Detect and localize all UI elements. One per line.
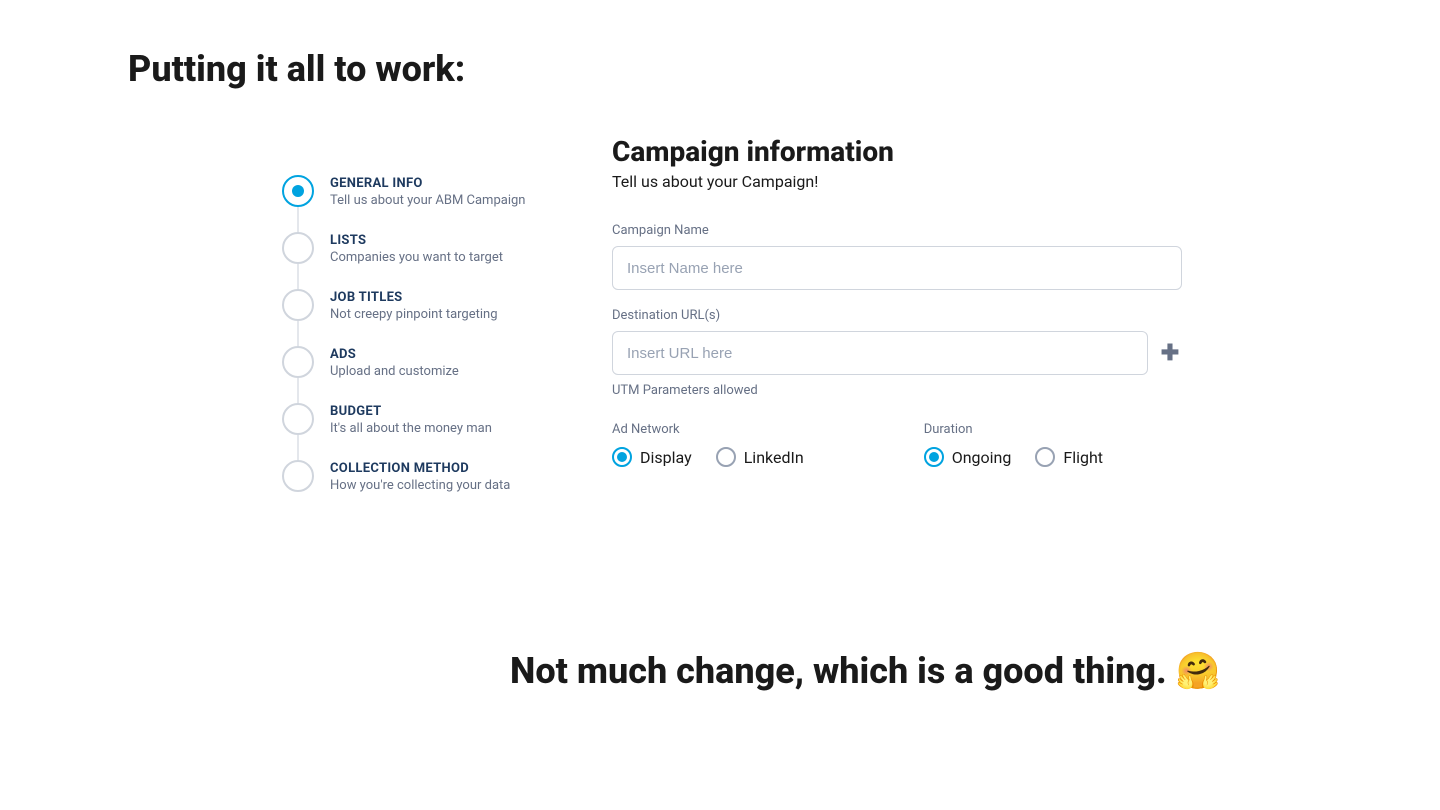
destination-url-input[interactable]	[612, 331, 1148, 375]
campaign-name-group: Campaign Name	[612, 223, 1182, 290]
step-desc: Tell us about your ABM Campaign	[330, 193, 525, 208]
radio-label: Ongoing	[952, 448, 1012, 467]
form-subheading: Tell us about your Campaign!	[612, 172, 1182, 191]
radio-display[interactable]: Display	[612, 447, 692, 467]
ad-network-label: Ad Network	[612, 422, 804, 437]
page-title: Putting it all to work:	[128, 48, 465, 90]
step-desc: Not creepy pinpoint targeting	[330, 307, 498, 322]
step-title: LISTS	[330, 233, 503, 248]
step-circle-icon	[282, 232, 314, 264]
step-circle-icon	[282, 289, 314, 321]
ad-network-group: Ad Network Display LinkedIn	[612, 422, 804, 467]
step-desc: It's all about the money man	[330, 421, 492, 436]
step-circle-icon	[282, 346, 314, 378]
destination-url-group: Destination URL(s) ✚ UTM Parameters allo…	[612, 308, 1182, 398]
step-job-titles[interactable]: JOB TITLES Not creepy pinpoint targeting	[282, 289, 542, 322]
duration-label: Duration	[924, 422, 1103, 437]
duration-options: Ongoing Flight	[924, 447, 1103, 467]
ad-network-options: Display LinkedIn	[612, 447, 804, 467]
stepper: GENERAL INFO Tell us about your ABM Camp…	[282, 175, 542, 493]
campaign-name-input[interactable]	[612, 246, 1182, 290]
radio-icon	[716, 447, 736, 467]
form-panel: Campaign information Tell us about your …	[612, 175, 1182, 493]
step-circle-icon	[282, 403, 314, 435]
radio-label: LinkedIn	[744, 448, 804, 467]
content-wrap: GENERAL INFO Tell us about your ABM Camp…	[282, 175, 1182, 493]
radio-icon	[1035, 447, 1055, 467]
radio-label: Display	[640, 448, 692, 467]
step-title: GENERAL INFO	[330, 176, 525, 191]
step-text: BUDGET It's all about the money man	[330, 403, 492, 436]
add-url-button[interactable]: ✚	[1158, 341, 1182, 365]
radio-linkedin[interactable]: LinkedIn	[716, 447, 804, 467]
step-title: ADS	[330, 347, 459, 362]
radio-section: Ad Network Display LinkedIn Duration	[612, 422, 1182, 467]
step-desc: Upload and customize	[330, 364, 459, 379]
step-text: JOB TITLES Not creepy pinpoint targeting	[330, 289, 498, 322]
form-heading: Campaign information	[612, 135, 1182, 168]
step-circle-icon	[282, 460, 314, 492]
step-desc: Companies you want to target	[330, 250, 503, 265]
radio-icon	[924, 447, 944, 467]
step-general-info[interactable]: GENERAL INFO Tell us about your ABM Camp…	[282, 175, 542, 208]
radio-ongoing[interactable]: Ongoing	[924, 447, 1012, 467]
step-text: LISTS Companies you want to target	[330, 232, 503, 265]
duration-group: Duration Ongoing Flight	[924, 422, 1103, 467]
step-collection-method[interactable]: COLLECTION METHOD How you're collecting …	[282, 460, 542, 493]
step-budget[interactable]: BUDGET It's all about the money man	[282, 403, 542, 436]
step-text: ADS Upload and customize	[330, 346, 459, 379]
campaign-name-label: Campaign Name	[612, 223, 1182, 238]
step-text: GENERAL INFO Tell us about your ABM Camp…	[330, 175, 525, 208]
step-title: JOB TITLES	[330, 290, 498, 305]
step-title: BUDGET	[330, 404, 492, 419]
step-title: COLLECTION METHOD	[330, 461, 510, 476]
destination-url-label: Destination URL(s)	[612, 308, 1182, 323]
radio-icon	[612, 447, 632, 467]
footer-text: Not much change, which is a good thing. …	[510, 650, 1221, 692]
step-text: COLLECTION METHOD How you're collecting …	[330, 460, 510, 493]
url-helper-text: UTM Parameters allowed	[612, 383, 1182, 398]
step-lists[interactable]: LISTS Companies you want to target	[282, 232, 542, 265]
radio-label: Flight	[1063, 448, 1103, 467]
step-ads[interactable]: ADS Upload and customize	[282, 346, 542, 379]
radio-flight[interactable]: Flight	[1035, 447, 1103, 467]
url-row: ✚	[612, 331, 1182, 375]
step-desc: How you're collecting your data	[330, 478, 510, 493]
step-circle-icon	[282, 175, 314, 207]
plus-icon: ✚	[1161, 341, 1179, 366]
